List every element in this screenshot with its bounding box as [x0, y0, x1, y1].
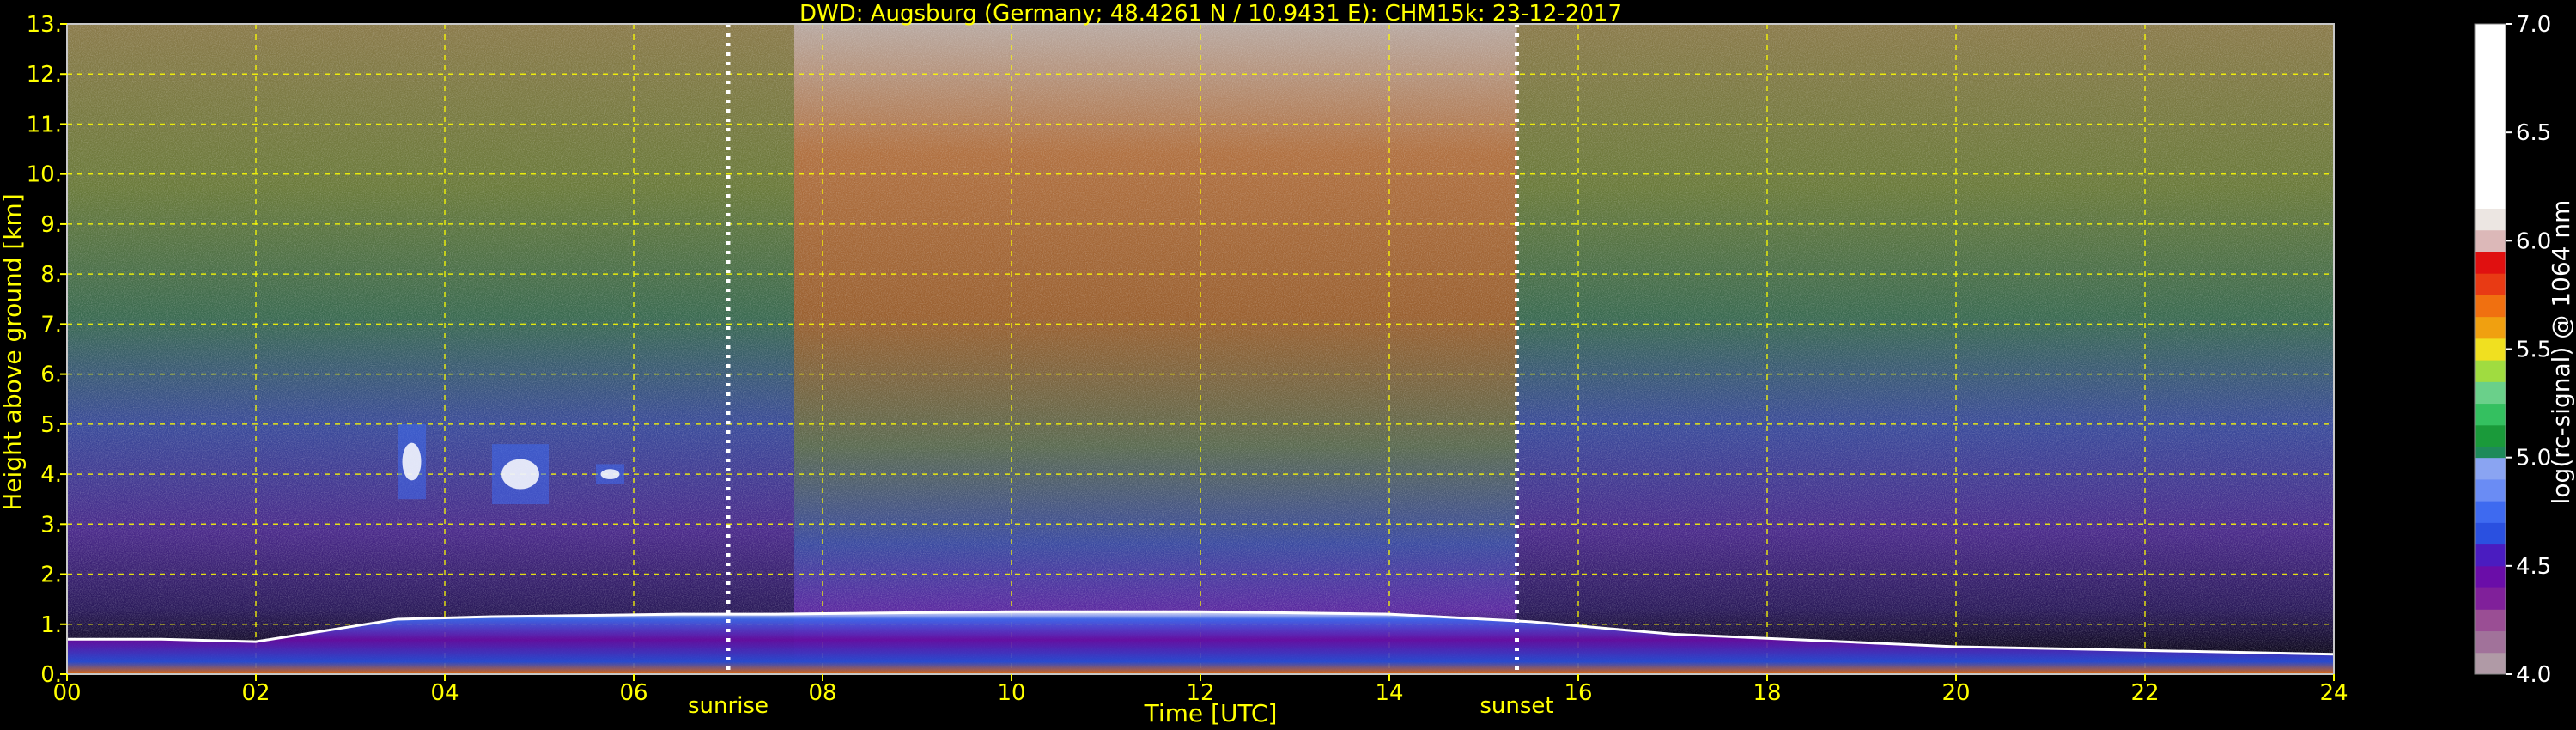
- colorbar-segment: [2475, 447, 2506, 459]
- y-tick-label: 4.: [40, 462, 62, 488]
- colorbar-segment: [2475, 501, 2506, 523]
- elevated-layer-core: [501, 459, 539, 490]
- colorbar-segment: [2475, 360, 2506, 382]
- x-tick-label: 10: [997, 680, 1025, 706]
- y-tick-label: 12.: [27, 62, 62, 88]
- colorbar-segment: [2475, 273, 2506, 295]
- x-tick-label: 18: [1753, 680, 1781, 706]
- colorbar-segment: [2475, 587, 2506, 610]
- colorbar-segment: [2475, 251, 2506, 274]
- y-tick-label: 0.: [40, 662, 62, 688]
- colorbar-segment: [2475, 609, 2506, 632]
- ceilometer-chart: sunrise sunset 00 02 04 06 08 10 12 14 16 18 20 22 24…: [0, 1, 2575, 727]
- colorbar-segment: [2475, 478, 2506, 502]
- y-tick-label: 10.: [27, 162, 62, 188]
- y-tick-label: 1.: [40, 612, 62, 638]
- colorbar: 4.04.55.05.56.06.57.0: [2474, 12, 2551, 688]
- chart-title: DWD: Augsburg (Germany; 48.4261 N / 10.9…: [799, 1, 1622, 27]
- colorbar-label: log(rc-signal) @ 1064 nm: [2547, 200, 2575, 505]
- y-tick-label: 7.: [40, 312, 62, 338]
- y-tick-label: 6.: [40, 362, 62, 388]
- y-tick-label: 8.: [40, 262, 62, 288]
- colorbar-segment: [2475, 424, 2506, 447]
- colorbar-tick-label: 4.0: [2516, 662, 2551, 688]
- y-tick-label: 11.: [27, 112, 62, 137]
- colorbar-segment: [2475, 544, 2506, 567]
- y-axis-label: Height above ground [km]: [0, 193, 27, 511]
- colorbar-tick-label: 4.5: [2516, 554, 2551, 580]
- y-tick-label: 5.: [40, 412, 62, 438]
- x-tick-label: 06: [619, 680, 647, 706]
- colorbar-segment: [2475, 457, 2506, 480]
- x-tick-label: 22: [2130, 680, 2159, 706]
- x-tick-label: 02: [241, 680, 270, 706]
- colorbar-segment: [2475, 208, 2506, 231]
- colorbar-segment: [2475, 403, 2506, 426]
- colorbar-tick-label: 7.0: [2516, 12, 2551, 38]
- x-tick-label: 20: [1941, 680, 1970, 706]
- sunset-label: sunset: [1479, 693, 1553, 719]
- colorbar-segment: [2475, 295, 2506, 318]
- x-tick-label: 16: [1564, 680, 1592, 706]
- sunrise-label: sunrise: [688, 693, 769, 719]
- colorbar-segment: [2475, 338, 2506, 361]
- x-tick-label: 04: [430, 680, 459, 706]
- y-tick-label: 13.: [27, 12, 62, 38]
- colorbar-segment: [2475, 652, 2506, 675]
- y-tick-label: 9.: [40, 212, 62, 238]
- x-tick-label: 24: [2319, 680, 2348, 706]
- colorbar-segment: [2475, 630, 2506, 654]
- x-axis-label: Time [UTC]: [1144, 699, 1278, 727]
- colorbar-segment: [2475, 24, 2506, 209]
- y-tick-label: 2.: [40, 563, 62, 588]
- colorbar-segment: [2475, 522, 2506, 545]
- x-tick-label: 08: [808, 680, 836, 706]
- y-tick-label: 3.: [40, 512, 62, 538]
- colorbar-segment: [2475, 316, 2506, 339]
- elevated-layer-core: [600, 469, 620, 479]
- colorbar-tick-label: 6.5: [2516, 120, 2551, 146]
- colorbar-segment: [2475, 229, 2506, 252]
- colorbar-segment: [2475, 565, 2506, 588]
- elevated-layer-core: [402, 442, 422, 481]
- x-tick-label: 14: [1375, 680, 1403, 706]
- colorbar-segment: [2475, 381, 2506, 405]
